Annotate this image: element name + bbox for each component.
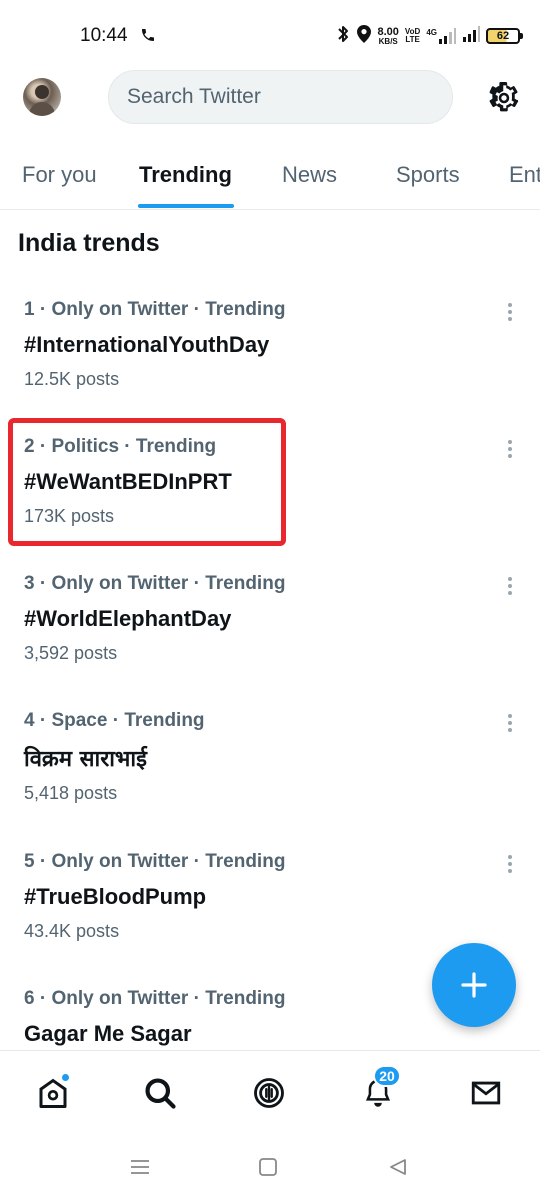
home-unread-dot xyxy=(61,1073,70,1082)
tab-news[interactable]: News xyxy=(282,162,337,188)
more-options-icon[interactable] xyxy=(500,438,520,460)
more-options-icon[interactable] xyxy=(500,301,520,323)
system-back-icon[interactable] xyxy=(385,1154,411,1180)
trend-name: #TrueBloodPump xyxy=(24,884,207,909)
search-icon[interactable] xyxy=(140,1073,180,1113)
trend-meta: 5 · Only on Twitter · Trending xyxy=(24,851,286,872)
messages-mail-icon[interactable] xyxy=(466,1073,506,1113)
battery-level: 62 xyxy=(496,30,510,42)
notifications-badge: 20 xyxy=(373,1065,401,1087)
signal-4g-icon: 4G xyxy=(426,28,456,44)
header: Search Twitter xyxy=(0,68,540,128)
system-home-icon[interactable] xyxy=(255,1154,281,1180)
spaces-icon[interactable] xyxy=(249,1073,289,1113)
network-type-label: 4G xyxy=(426,28,437,37)
network-speed-value: 8.00 xyxy=(377,25,399,38)
avatar[interactable] xyxy=(23,78,61,116)
tab-trending[interactable]: Trending xyxy=(139,162,232,188)
settings-gear-icon[interactable] xyxy=(486,80,522,116)
trend-meta: 4 · Space · Trending xyxy=(24,710,205,731)
system-nav-bar xyxy=(0,1134,540,1200)
bluetooth-icon xyxy=(336,24,350,49)
bottom-nav: 20 xyxy=(0,1050,540,1134)
trend-meta: 6 · Only on Twitter · Trending xyxy=(24,988,286,1009)
trend-item[interactable]: 1 · Only on Twitter · Trending #Internat… xyxy=(0,299,540,424)
plus-icon xyxy=(461,972,487,998)
trend-post-count: 3,592 posts xyxy=(24,643,118,663)
phone-call-icon xyxy=(140,27,156,48)
trend-post-count: 43.4K posts xyxy=(24,921,120,941)
more-options-icon[interactable] xyxy=(500,853,520,875)
search-placeholder: Search Twitter xyxy=(127,85,261,108)
tab-for-you[interactable]: For you xyxy=(22,162,97,188)
volte-bottom: LTE xyxy=(405,35,420,44)
network-speed-unit: KB/S xyxy=(378,36,398,46)
trend-name: Gagar Me Sagar xyxy=(24,1021,192,1046)
highlight-box xyxy=(8,418,286,546)
volte-indicator: VoD LTE xyxy=(405,28,420,44)
trend-post-count: 5,418 posts xyxy=(24,783,118,803)
trend-name: विक्रम साराभाई xyxy=(24,747,147,772)
trend-name: #InternationalYouthDay xyxy=(24,332,270,357)
network-speed: 8.00 KB/S xyxy=(377,25,399,46)
status-icons: 8.00 KB/S VoD LTE 4G 62 xyxy=(336,24,523,49)
search-input[interactable]: Search Twitter xyxy=(108,70,453,124)
trend-meta: 3 · Only on Twitter · Trending xyxy=(24,573,286,594)
notifications-bell-icon[interactable]: 20 xyxy=(358,1065,401,1113)
compose-tweet-button[interactable] xyxy=(432,943,516,1027)
more-options-icon[interactable] xyxy=(500,575,520,597)
more-options-icon[interactable] xyxy=(500,712,520,734)
signal-icon xyxy=(462,25,480,47)
trend-name: #WorldElephantDay xyxy=(24,606,232,631)
status-time: 10:44 xyxy=(80,25,128,46)
recent-apps-icon[interactable] xyxy=(127,1154,153,1180)
battery-icon: 62 xyxy=(486,28,523,44)
explore-tabs: For you Trending News Sports Ent xyxy=(0,150,540,210)
active-tab-indicator xyxy=(138,204,234,208)
location-icon xyxy=(356,24,372,49)
trend-post-count: 12.5K posts xyxy=(24,369,120,389)
trend-item[interactable]: 4 · Space · Trending विक्रम साराभाई 5,41… xyxy=(0,710,540,835)
tab-sports[interactable]: Sports xyxy=(396,162,460,188)
home-icon[interactable] xyxy=(33,1073,73,1113)
status-bar: 10:44 8.00 KB/S VoD LTE 4G 62 xyxy=(0,0,540,70)
trend-item[interactable]: 3 · Only on Twitter · Trending #WorldEle… xyxy=(0,573,540,698)
tab-entertainment[interactable]: Ent xyxy=(509,162,540,188)
section-title: India trends xyxy=(18,229,160,257)
trend-meta: 1 · Only on Twitter · Trending xyxy=(24,299,286,320)
